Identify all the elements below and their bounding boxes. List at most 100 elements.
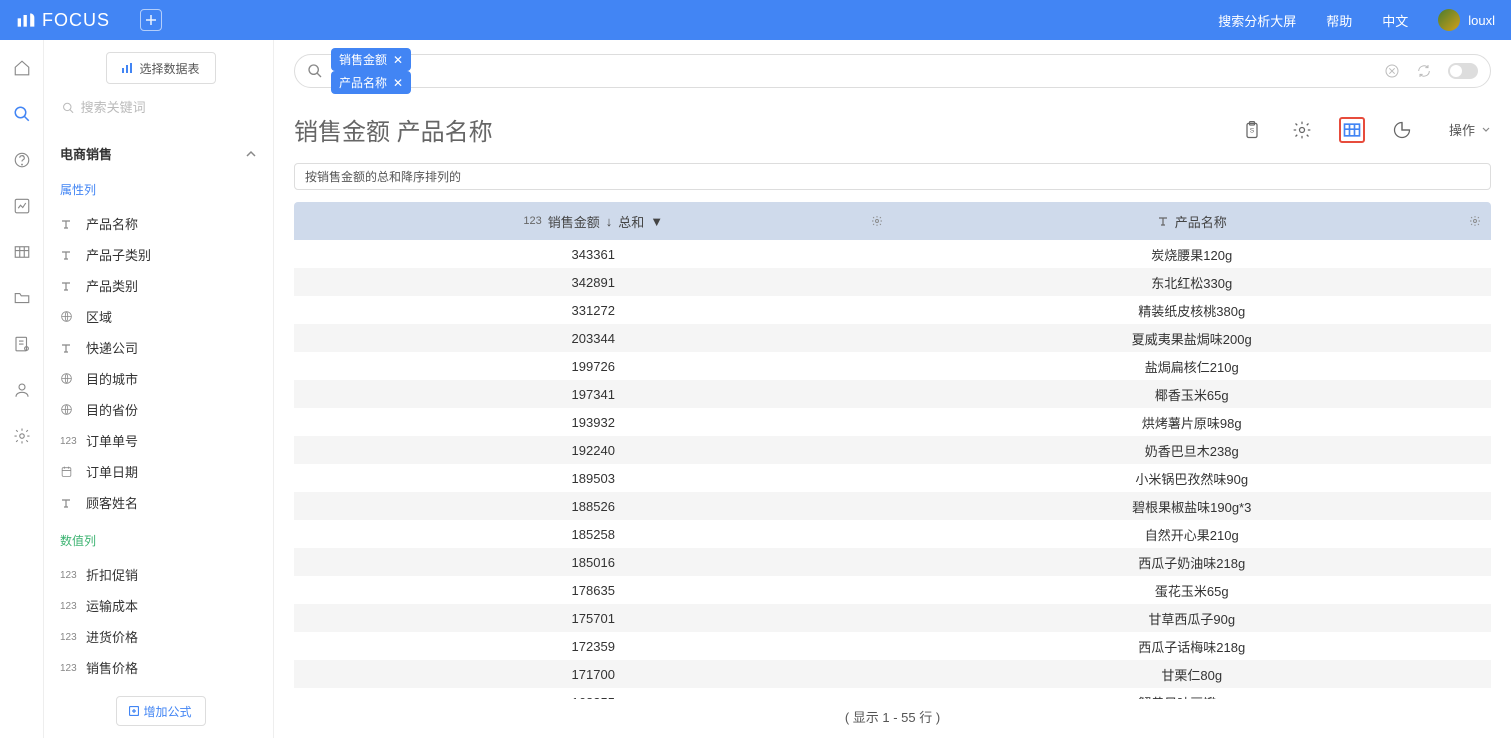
chip-close-icon[interactable]: ✕ — [393, 76, 403, 90]
field-type-icon — [60, 403, 76, 416]
query-chip[interactable]: 产品名称✕ — [331, 71, 411, 94]
rail-user[interactable] — [12, 380, 32, 400]
cell-product: 甘草西瓜子90g — [893, 609, 1492, 628]
rail-settings[interactable] — [12, 426, 32, 446]
field-item[interactable]: 产品子类别 — [56, 239, 261, 270]
query-chip[interactable]: 销售金额✕ — [331, 48, 411, 71]
column-settings-icon[interactable] — [1469, 215, 1481, 227]
table-row[interactable]: 342891东北红松330g — [294, 268, 1491, 296]
attr-section-label: 属性列 — [60, 181, 261, 198]
field-label: 目的城市 — [86, 369, 138, 388]
field-item[interactable]: 顾客姓名 — [56, 487, 261, 518]
field-item[interactable]: 123运输成本 — [56, 590, 261, 621]
add-formula-button[interactable]: 增加公式 — [116, 696, 206, 726]
table-row[interactable]: 185258自然开心果210g — [294, 520, 1491, 548]
field-item[interactable]: 订单日期 — [56, 456, 261, 487]
field-type-icon — [60, 342, 76, 354]
table-row[interactable]: 188526碧根果椒盐味190g*3 — [294, 492, 1491, 520]
new-tab-button[interactable] — [140, 9, 162, 31]
title-actions: S 操作 — [1239, 117, 1491, 143]
column-settings-icon[interactable] — [871, 215, 883, 227]
cell-amount: 171700 — [294, 667, 893, 682]
field-item[interactable]: 目的省份 — [56, 394, 261, 425]
table-row[interactable]: 192240奶香巴旦木238g — [294, 436, 1491, 464]
table-row[interactable]: 185016西瓜子奶油味218g — [294, 548, 1491, 576]
table-row[interactable]: 197341椰香玉米65g — [294, 380, 1491, 408]
rail-chart[interactable] — [12, 196, 32, 216]
keyword-input[interactable] — [81, 100, 259, 115]
table-row[interactable]: 175701甘草西瓜子90g — [294, 604, 1491, 632]
logo-text: FOCUS — [42, 10, 110, 31]
table-view-icon[interactable] — [1339, 117, 1365, 143]
query-bar[interactable]: 销售金额✕产品名称✕ — [294, 54, 1491, 88]
rail-folder[interactable] — [12, 288, 32, 308]
table-row[interactable]: 172359西瓜子话梅味218g — [294, 632, 1491, 660]
table-row[interactable]: 343361炭烧腰果120g — [294, 240, 1491, 268]
keyword-search — [56, 100, 265, 126]
cell-product: 甘栗仁80g — [893, 665, 1492, 684]
cell-amount: 331272 — [294, 303, 893, 318]
table-row[interactable]: 331272精装纸皮核桃380g — [294, 296, 1491, 324]
rail-search[interactable] — [12, 104, 32, 124]
rail-table[interactable] — [12, 242, 32, 262]
field-item[interactable]: 123销售价格 — [56, 652, 261, 683]
field-type-icon — [60, 218, 76, 230]
rail-home[interactable] — [12, 58, 32, 78]
rail-help[interactable] — [12, 150, 32, 170]
cell-product: 炭烧腰果120g — [893, 245, 1492, 264]
user-menu[interactable]: louxl — [1438, 9, 1495, 31]
column-header-product[interactable]: 产品名称 — [893, 202, 1492, 240]
nav-help[interactable]: 帮助 — [1326, 11, 1352, 30]
dataset-group[interactable]: 电商销售 — [56, 140, 261, 167]
field-label: 订单日期 — [86, 462, 138, 481]
logo[interactable]: FOCUS — [16, 10, 110, 31]
field-item[interactable]: 123进货价格 — [56, 621, 261, 652]
select-datasource-button[interactable]: 选择数据表 — [106, 52, 216, 84]
field-item[interactable]: 123订单单号 — [56, 425, 261, 456]
cell-amount: 203344 — [294, 331, 893, 346]
field-item[interactable]: 123折扣促销 — [56, 559, 261, 590]
field-label: 目的省份 — [86, 400, 138, 419]
svg-text:S: S — [1250, 127, 1255, 134]
num-section-label: 数值列 — [60, 532, 261, 549]
rail-data[interactable] — [12, 334, 32, 354]
table-footer: ( 显示 1 - 55 行 ) — [294, 699, 1491, 738]
chevron-down-icon — [1481, 125, 1491, 135]
cell-amount: 192240 — [294, 443, 893, 458]
gear-icon[interactable] — [1289, 117, 1315, 143]
table-row[interactable]: 168355蟹黄风味豆瓣120g — [294, 688, 1491, 699]
header: FOCUS 搜索分析大屏 帮助 中文 louxl — [0, 0, 1511, 40]
toggle-switch[interactable] — [1448, 63, 1478, 79]
sidebar: 选择数据表 电商销售 属性列 产品名称产品子类别产品类别区域快递公司目的城市目的… — [44, 40, 274, 738]
field-item[interactable]: 产品类别 — [56, 270, 261, 301]
cell-product: 盐焗扁核仁210g — [893, 357, 1492, 376]
nav-language[interactable]: 中文 — [1382, 11, 1408, 30]
field-label: 区域 — [86, 307, 112, 326]
table-row[interactable]: 203344夏威夷果盐焗味200g — [294, 324, 1491, 352]
ops-label: 操作 — [1449, 120, 1475, 139]
column-header-amount[interactable]: 123 销售金额 ↓ 总和 ▼ — [294, 202, 893, 240]
clear-icon[interactable] — [1384, 63, 1400, 79]
table-row[interactable]: 171700甘栗仁80g — [294, 660, 1491, 688]
refresh-icon[interactable] — [1416, 63, 1432, 79]
sort-description[interactable]: 按销售金额的总和降序排列的 — [294, 163, 1491, 190]
data-table: 123 销售金额 ↓ 总和 ▼ 产品名称 343361炭烧腰果120g34289… — [294, 202, 1491, 699]
clipboard-icon[interactable]: S — [1239, 117, 1265, 143]
nav-dashboard[interactable]: 搜索分析大屏 — [1218, 11, 1296, 30]
table-row[interactable]: 189503小米锅巴孜然味90g — [294, 464, 1491, 492]
cell-product: 烘烤薯片原味98g — [893, 413, 1492, 432]
field-item[interactable]: 目的城市 — [56, 363, 261, 394]
field-item[interactable]: 区域 — [56, 301, 261, 332]
page-title: 销售金额 产品名称 — [294, 112, 493, 147]
field-label: 进货价格 — [86, 627, 138, 646]
field-item[interactable]: 快递公司 — [56, 332, 261, 363]
logo-icon — [16, 10, 36, 30]
pie-chart-icon[interactable] — [1389, 117, 1415, 143]
table-row[interactable]: 178635蛋花玉米65g — [294, 576, 1491, 604]
table-row[interactable]: 199726盐焗扁核仁210g — [294, 352, 1491, 380]
chip-close-icon[interactable]: ✕ — [393, 53, 403, 67]
field-item[interactable]: 产品名称 — [56, 208, 261, 239]
operations-menu[interactable]: 操作 — [1449, 120, 1491, 139]
table-row[interactable]: 193932烘烤薯片原味98g — [294, 408, 1491, 436]
field-label: 产品名称 — [86, 214, 138, 233]
